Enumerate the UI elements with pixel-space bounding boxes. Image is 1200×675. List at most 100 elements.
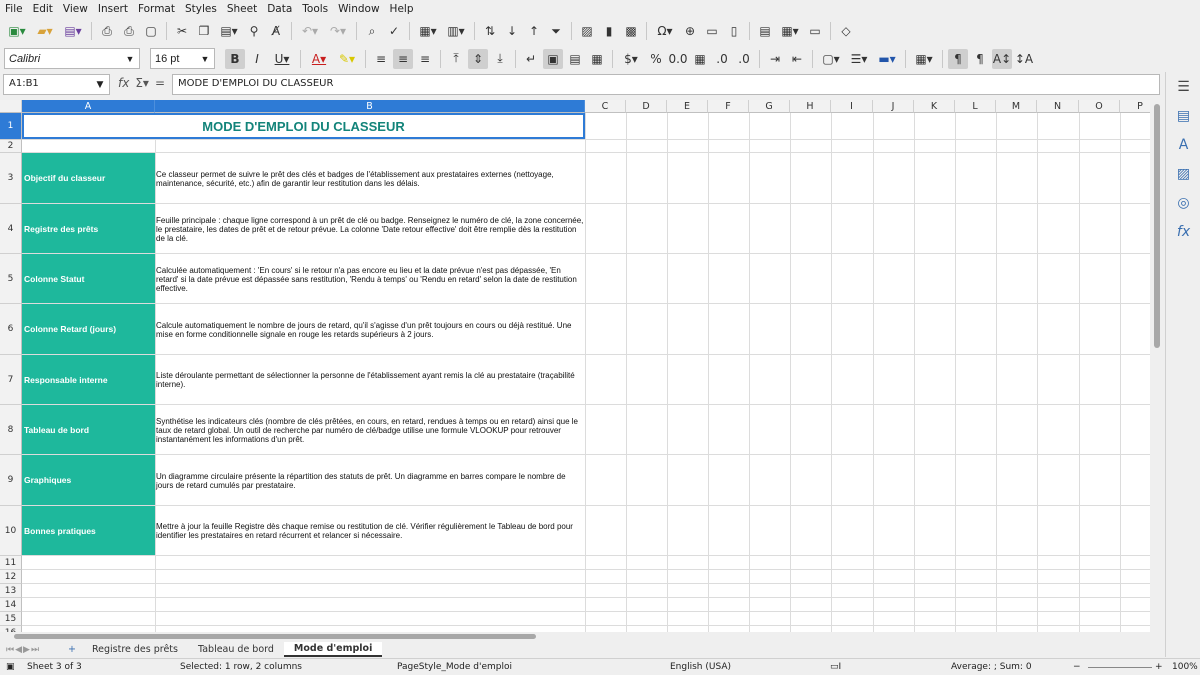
row-header[interactable]: 12: [0, 570, 22, 584]
sort-icon[interactable]: ⇅: [480, 21, 500, 41]
menu-insert[interactable]: Insert: [93, 3, 133, 15]
name-box[interactable]: A1:B1 ▼: [3, 74, 110, 95]
insert-chart-icon[interactable]: ▮: [599, 21, 619, 41]
add-sheet-icon[interactable]: +: [68, 644, 76, 655]
row-header[interactable]: 15: [0, 612, 22, 626]
header-footer-icon[interactable]: ▯: [724, 21, 744, 41]
chevron-down-icon[interactable]: ▼: [196, 49, 214, 68]
description-cell-bonnes-pratiques[interactable]: Mettre à jour la feuille Registre dès ch…: [155, 506, 585, 556]
label-cell-registre[interactable]: Registre des prêts: [22, 204, 155, 254]
freeze-rows-columns-icon[interactable]: ▦▾: [777, 21, 803, 41]
scrollbar-thumb[interactable]: [14, 634, 536, 639]
print-preview-icon[interactable]: ▢: [141, 21, 161, 41]
column-header-h[interactable]: H: [790, 100, 831, 113]
column-header-p[interactable]: P: [1120, 100, 1150, 113]
label-cell-graphiques[interactable]: Graphiques: [22, 455, 155, 506]
tab-registre-des-prets[interactable]: Registre des prêts: [82, 643, 188, 656]
paste-icon[interactable]: ▤▾: [216, 21, 242, 41]
functions-icon[interactable]: fx: [1166, 217, 1200, 246]
first-sheet-icon[interactable]: ⏮: [6, 645, 14, 655]
zoom-in-icon[interactable]: +: [1155, 662, 1163, 672]
next-sheet-icon[interactable]: ▶: [23, 645, 30, 655]
cut-icon[interactable]: ✂: [172, 21, 192, 41]
corner-header[interactable]: [0, 100, 22, 113]
row-header[interactable]: 1: [0, 113, 22, 140]
undo-icon[interactable]: ↶▾: [297, 21, 323, 41]
label-cell-statut[interactable]: Colonne Statut: [22, 254, 155, 304]
align-right-icon[interactable]: ≡: [415, 49, 435, 69]
align-left-icon[interactable]: ≡: [371, 49, 391, 69]
row-header[interactable]: 3: [0, 153, 22, 204]
description-cell-responsable[interactable]: Liste déroulante permettant de sélection…: [155, 355, 585, 405]
wrap-text-icon[interactable]: ↵: [521, 49, 541, 69]
clear-formatting-icon[interactable]: A̸: [266, 21, 286, 41]
highlight-color-icon[interactable]: ✎▾: [334, 49, 360, 69]
autofilter-icon[interactable]: ⏷: [546, 21, 566, 41]
right-to-left-icon[interactable]: ¶: [970, 49, 990, 69]
special-character-icon[interactable]: Ω▾: [652, 21, 678, 41]
description-cell-registre[interactable]: Feuille principale : chaque ligne corres…: [155, 204, 585, 254]
column-header-c[interactable]: C: [585, 100, 626, 113]
export-pdf-icon[interactable]: ⎙: [97, 21, 117, 41]
description-cell-retard[interactable]: Calcule automatiquement le nombre de jou…: [155, 304, 585, 355]
row-icon[interactable]: ▦▾: [415, 21, 441, 41]
spelling-icon[interactable]: ✓: [384, 21, 404, 41]
menu-view[interactable]: View: [58, 3, 93, 15]
underline-button[interactable]: U▾: [269, 49, 295, 69]
last-sheet-icon[interactable]: ⏭: [31, 645, 39, 655]
split-window-icon[interactable]: ▭: [805, 21, 825, 41]
horizontal-scrollbar[interactable]: [0, 632, 1150, 641]
italic-button[interactable]: I: [247, 49, 267, 69]
description-cell-graphiques[interactable]: Un diagramme circulaire présente la répa…: [155, 455, 585, 506]
zoom-slider[interactable]: [1088, 667, 1152, 668]
row-header[interactable]: 5: [0, 254, 22, 304]
pivot-table-icon[interactable]: ▩: [621, 21, 641, 41]
label-cell-tableau[interactable]: Tableau de bord: [22, 405, 155, 455]
menu-edit[interactable]: Edit: [28, 3, 58, 15]
align-center-icon[interactable]: ≡: [393, 48, 413, 69]
date-format-icon[interactable]: ▦: [690, 49, 710, 69]
sum-icon[interactable]: Σ▾: [135, 76, 149, 90]
spreadsheet-grid[interactable]: A B C D E F G H I J K L M N O P 1 MODE D…: [0, 100, 1150, 632]
column-header-g[interactable]: G: [749, 100, 790, 113]
menu-tools[interactable]: Tools: [297, 3, 333, 15]
chevron-down-icon[interactable]: ▼: [91, 75, 109, 94]
increase-indent-icon[interactable]: ⇥: [765, 49, 785, 69]
currency-format-icon[interactable]: $▾: [618, 49, 644, 69]
add-decimal-icon[interactable]: .0: [712, 49, 732, 69]
copy-icon[interactable]: ❐: [194, 21, 214, 41]
menu-format[interactable]: Format: [133, 3, 180, 15]
font-name-box[interactable]: Calibri ▼: [4, 48, 140, 69]
column-header-a[interactable]: A: [22, 100, 155, 113]
column-header-b[interactable]: B: [155, 100, 585, 113]
label-cell-responsable[interactable]: Responsable interne: [22, 355, 155, 405]
row-header[interactable]: 4: [0, 204, 22, 254]
row-header[interactable]: 8: [0, 405, 22, 455]
zoom-level[interactable]: 100%: [1172, 662, 1198, 672]
chevron-down-icon[interactable]: ▼: [121, 49, 139, 68]
menu-styles[interactable]: Styles: [180, 3, 222, 15]
column-header-i[interactable]: I: [831, 100, 873, 113]
merge-cells-icon[interactable]: ▤: [565, 49, 585, 69]
sort-ascending-icon[interactable]: ↓: [502, 21, 522, 41]
column-header-o[interactable]: O: [1079, 100, 1120, 113]
tab-tableau-de-bord[interactable]: Tableau de bord: [188, 643, 284, 656]
number-format-icon[interactable]: 0.0: [668, 49, 688, 69]
zoom-out-icon[interactable]: −: [1073, 662, 1081, 672]
save-icon[interactable]: ▤▾: [60, 21, 86, 41]
menu-window[interactable]: Window: [333, 3, 384, 15]
clone-formatting-icon[interactable]: ⚲: [244, 21, 264, 41]
label-cell-retard[interactable]: Colonne Retard (jours): [22, 304, 155, 355]
border-color-icon[interactable]: ▬▾: [874, 49, 900, 69]
row-header[interactable]: 6: [0, 304, 22, 355]
column-icon[interactable]: ▥▾: [443, 21, 469, 41]
left-to-right-icon[interactable]: ¶: [948, 48, 968, 69]
show-draw-functions-icon[interactable]: ◇: [836, 21, 856, 41]
column-header-k[interactable]: K: [914, 100, 955, 113]
function-wizard-icon[interactable]: fx: [118, 76, 129, 90]
formula-equals-icon[interactable]: =: [155, 76, 165, 90]
column-header-n[interactable]: N: [1037, 100, 1079, 113]
label-cell-bonnes-pratiques[interactable]: Bonnes pratiques: [22, 506, 155, 556]
tab-mode-d-emploi[interactable]: Mode d'emploi: [283, 642, 383, 657]
align-bottom-icon[interactable]: ⤓: [490, 49, 510, 69]
